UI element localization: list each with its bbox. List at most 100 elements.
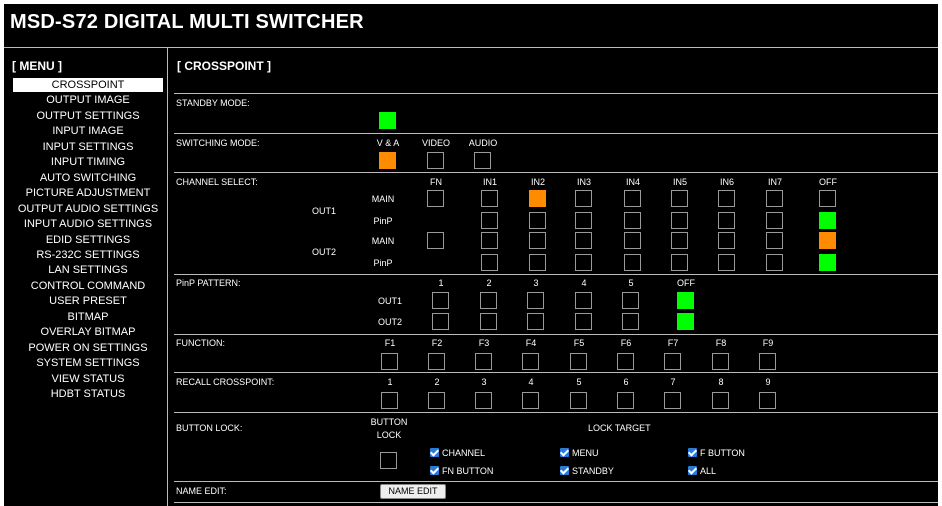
channel-out1-main-in3-button[interactable] bbox=[575, 190, 592, 207]
sidebar-item-input-image[interactable]: INPUT IMAGE bbox=[13, 124, 163, 138]
recall-1-button[interactable] bbox=[381, 392, 398, 409]
sidebar-item-overlay-bitmap[interactable]: OVERLAY BITMAP bbox=[13, 325, 163, 339]
recall-8-button[interactable] bbox=[712, 392, 729, 409]
channel-out1-main-in1-button[interactable] bbox=[481, 190, 498, 207]
recall-9-button[interactable] bbox=[759, 392, 776, 409]
channel-out1-pinp-in4-button[interactable] bbox=[624, 212, 641, 229]
row-divider bbox=[174, 172, 938, 173]
channel-out1-pinp-in6-button[interactable] bbox=[718, 212, 735, 229]
recall-5-button[interactable] bbox=[570, 392, 587, 409]
channel-out1-main-off-button[interactable] bbox=[819, 190, 836, 207]
sidebar-item-output-settings[interactable]: OUTPUT SETTINGS bbox=[13, 109, 163, 123]
channel-out2-pinp-in7-button[interactable] bbox=[766, 254, 783, 271]
recall-7-button[interactable] bbox=[664, 392, 681, 409]
channel-out2-main-in6-button[interactable] bbox=[718, 232, 735, 249]
sidebar-item-auto-switching[interactable]: AUTO SWITCHING bbox=[13, 171, 163, 185]
channel-out1-pinp-in2-button[interactable] bbox=[529, 212, 546, 229]
channel-out1-pinp-off-button[interactable] bbox=[819, 212, 836, 229]
channel-out1-main-fn-button[interactable] bbox=[427, 190, 444, 207]
lock-target-menu-checkbox[interactable] bbox=[560, 448, 569, 457]
pinp-out2-3-button[interactable] bbox=[527, 313, 544, 330]
pinp-out2-2-button[interactable] bbox=[480, 313, 497, 330]
lock-target-standby-checkbox[interactable] bbox=[560, 466, 569, 475]
sidebar-item-output-image[interactable]: OUTPUT IMAGE bbox=[13, 93, 163, 107]
channel-out2-main-in4-button[interactable] bbox=[624, 232, 641, 249]
function-f1-button[interactable] bbox=[381, 353, 398, 370]
sidebar-item-output-audio-settings[interactable]: OUTPUT AUDIO SETTINGS bbox=[13, 202, 163, 216]
pinp-out2-off-button[interactable] bbox=[677, 313, 694, 330]
pinp-out1-off-button[interactable] bbox=[677, 292, 694, 309]
channel-out2-pinp-in1-button[interactable] bbox=[481, 254, 498, 271]
channel-out2-main-in2-button[interactable] bbox=[529, 232, 546, 249]
sidebar-item-edid-settings[interactable]: EDID SETTINGS bbox=[13, 233, 163, 247]
channel-out1-main-in4-button[interactable] bbox=[624, 190, 641, 207]
switching-mode-v-a-button[interactable] bbox=[379, 152, 396, 169]
channel-out2-pinp-in6-button[interactable] bbox=[718, 254, 735, 271]
sidebar-item-power-on-settings[interactable]: POWER ON SETTINGS bbox=[13, 341, 163, 355]
lock-target-channel-checkbox[interactable] bbox=[430, 448, 439, 457]
channel-out1-pinp-in7-button[interactable] bbox=[766, 212, 783, 229]
function-f4-button[interactable] bbox=[522, 353, 539, 370]
pinp-out1-3-button[interactable] bbox=[527, 292, 544, 309]
app-title: MSD-S72 DIGITAL MULTI SWITCHER bbox=[10, 11, 364, 33]
button-lock-toggle[interactable] bbox=[380, 452, 397, 469]
function-f7-button[interactable] bbox=[664, 353, 681, 370]
sidebar-item-picture-adjustment[interactable]: PICTURE ADJUSTMENT bbox=[13, 186, 163, 200]
lock-target-f-button-checkbox[interactable] bbox=[688, 448, 697, 457]
channel-out2-pinp-in4-button[interactable] bbox=[624, 254, 641, 271]
channel-out2-pinp-off-button[interactable] bbox=[819, 254, 836, 271]
sidebar-item-rs-232c-settings[interactable]: RS-232C SETTINGS bbox=[13, 248, 163, 262]
sidebar-item-system-settings[interactable]: SYSTEM SETTINGS bbox=[13, 356, 163, 370]
channel-out2-main-in1-button[interactable] bbox=[481, 232, 498, 249]
channel-out2-pinp-in5-button[interactable] bbox=[671, 254, 688, 271]
switching-mode-audio-button[interactable] bbox=[474, 152, 491, 169]
pinp-out1-5-button[interactable] bbox=[622, 292, 639, 309]
channel-out2-pinp-in2-button[interactable] bbox=[529, 254, 546, 271]
pinp-out1-2-button[interactable] bbox=[480, 292, 497, 309]
channel-out2-main-fn-button[interactable] bbox=[427, 232, 444, 249]
channel-out2-main-in5-button[interactable] bbox=[671, 232, 688, 249]
standby-button[interactable] bbox=[379, 112, 396, 129]
pinp-out2-5-button[interactable] bbox=[622, 313, 639, 330]
pinp-out2-1-button[interactable] bbox=[432, 313, 449, 330]
pinp-out2-4-button[interactable] bbox=[575, 313, 592, 330]
channel-out1-pinp-in5-button[interactable] bbox=[671, 212, 688, 229]
sidebar-item-bitmap[interactable]: BITMAP bbox=[13, 310, 163, 324]
channel-out1-pinp-in3-button[interactable] bbox=[575, 212, 592, 229]
channel-out1-main-in6-button[interactable] bbox=[718, 190, 735, 207]
channel-out2-main-in7-button[interactable] bbox=[766, 232, 783, 249]
channel-out1-main-in2-button[interactable] bbox=[529, 190, 546, 207]
function-f9-button[interactable] bbox=[759, 353, 776, 370]
name-edit-button[interactable]: NAME EDIT bbox=[380, 484, 446, 499]
recall-4-button[interactable] bbox=[522, 392, 539, 409]
recall-3-button[interactable] bbox=[475, 392, 492, 409]
lock-target-fn-button-checkbox[interactable] bbox=[430, 466, 439, 475]
function-f3-button[interactable] bbox=[475, 353, 492, 370]
sidebar-item-control-command[interactable]: CONTROL COMMAND bbox=[13, 279, 163, 293]
recall-6-button[interactable] bbox=[617, 392, 634, 409]
function-f8-button[interactable] bbox=[712, 353, 729, 370]
function-f2-button[interactable] bbox=[428, 353, 445, 370]
channel-out1-main-in7-button[interactable] bbox=[766, 190, 783, 207]
sidebar-item-lan-settings[interactable]: LAN SETTINGS bbox=[13, 263, 163, 277]
sidebar-item-hdbt-status[interactable]: HDBT STATUS bbox=[13, 387, 163, 401]
recall-9-label: 9 bbox=[765, 377, 771, 387]
sidebar-item-input-audio-settings[interactable]: INPUT AUDIO SETTINGS bbox=[13, 217, 163, 231]
sidebar-item-crosspoint[interactable]: CROSSPOINT bbox=[13, 78, 163, 92]
pinp-out1-1-button[interactable] bbox=[432, 292, 449, 309]
function-f6-button[interactable] bbox=[617, 353, 634, 370]
channel-out1-main-in5-button[interactable] bbox=[671, 190, 688, 207]
channel-out1-pinp-in1-button[interactable] bbox=[481, 212, 498, 229]
sidebar-item-input-settings[interactable]: INPUT SETTINGS bbox=[13, 140, 163, 154]
sidebar-item-view-status[interactable]: VIEW STATUS bbox=[13, 372, 163, 386]
channel-out2-main-in3-button[interactable] bbox=[575, 232, 592, 249]
channel-out2-pinp-in3-button[interactable] bbox=[575, 254, 592, 271]
lock-target-all-checkbox[interactable] bbox=[688, 466, 697, 475]
sidebar-item-user-preset[interactable]: USER PRESET bbox=[13, 294, 163, 308]
channel-out2-main-off-button[interactable] bbox=[819, 232, 836, 249]
recall-2-button[interactable] bbox=[428, 392, 445, 409]
switching-mode-video-button[interactable] bbox=[427, 152, 444, 169]
sidebar-item-input-timing[interactable]: INPUT TIMING bbox=[13, 155, 163, 169]
pinp-out1-4-button[interactable] bbox=[575, 292, 592, 309]
function-f5-button[interactable] bbox=[570, 353, 587, 370]
